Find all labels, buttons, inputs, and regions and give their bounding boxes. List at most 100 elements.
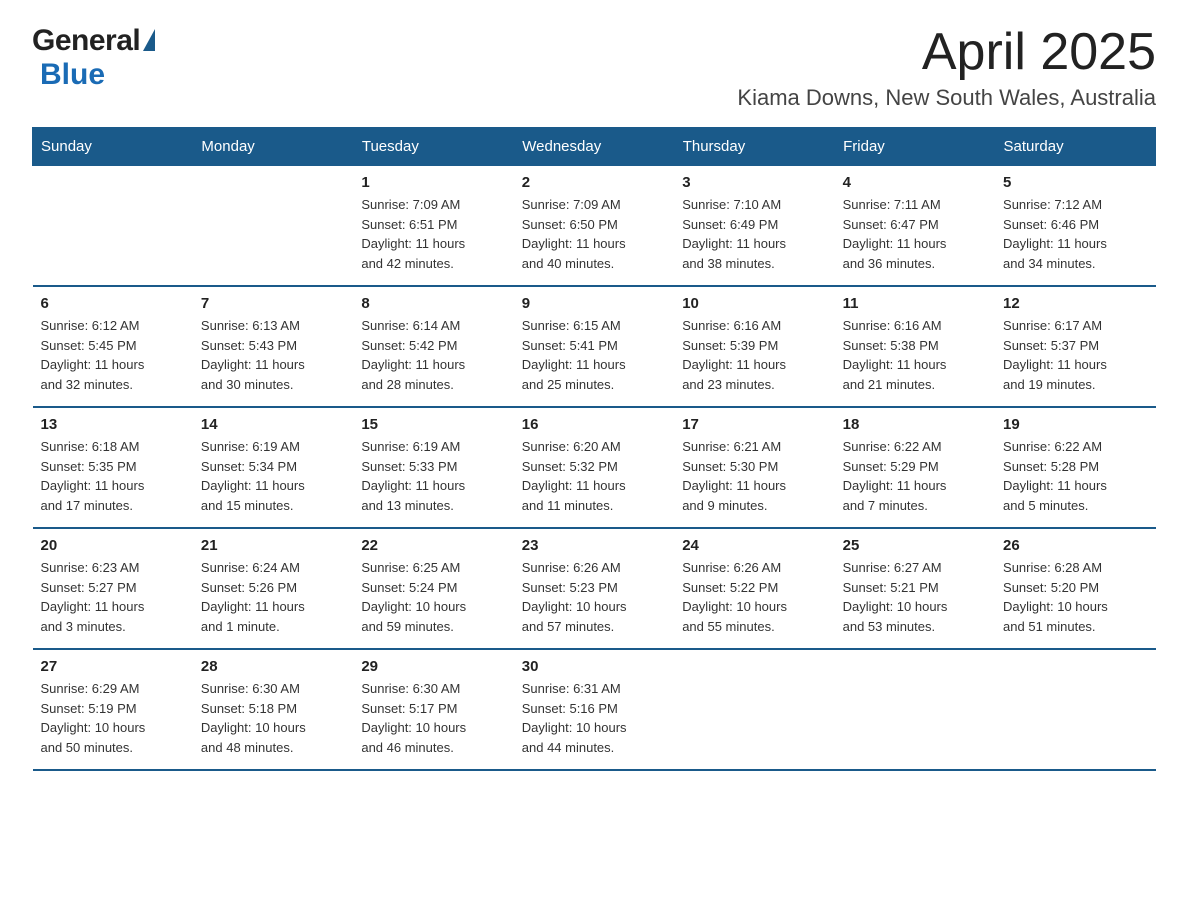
calendar-cell	[33, 166, 193, 287]
day-number: 16	[522, 416, 666, 433]
calendar-cell: 7Sunrise: 6:13 AM Sunset: 5:43 PM Daylig…	[193, 286, 353, 407]
logo: General Blue	[32, 24, 155, 92]
logo-blue-text: Blue	[40, 58, 105, 92]
day-info: Sunrise: 6:16 AM Sunset: 5:39 PM Dayligh…	[682, 316, 826, 394]
day-info: Sunrise: 6:22 AM Sunset: 5:29 PM Dayligh…	[843, 437, 987, 515]
calendar-cell: 17 Sunrise: 6:21 AM Sunset: 5:30 PM Dayli…	[674, 407, 834, 528]
day-number: 8	[361, 295, 505, 312]
calendar-cell: 11 Sunrise: 6:16 AM Sunset: 5:38 PM Dayli…	[835, 286, 995, 407]
day-info: Sunrise: 6:21 AM Sunset: 5:30 PM Dayligh…	[682, 437, 826, 515]
day-number: 11	[843, 295, 987, 312]
calendar-cell: 10 Sunrise: 6:16 AM Sunset: 5:39 PM Dayli…	[674, 286, 834, 407]
calendar-table: SundayMondayTuesdayWednesdayThursdayFrid…	[32, 127, 1156, 771]
day-number: 2	[522, 174, 666, 191]
day-info: Sunrise: 6:15 AM Sunset: 5:41 PM Dayligh…	[522, 316, 666, 394]
calendar-week-row: 6 Sunrise: 6:12 AM Sunset: 5:45 PM Daylig…	[33, 286, 1156, 407]
day-number: 29	[361, 658, 505, 675]
calendar-cell: 20Sunrise: 6:23 AM Sunset: 5:27 PM Dayli…	[33, 528, 193, 649]
calendar-cell: 22Sunrise: 6:25 AM Sunset: 5:24 PM Dayli…	[353, 528, 513, 649]
day-number: 17	[682, 416, 826, 433]
day-number: 1	[361, 174, 505, 191]
day-info: Sunrise: 6:20 AM Sunset: 5:32 PM Dayligh…	[522, 437, 666, 515]
calendar-cell: 13Sunrise: 6:18 AM Sunset: 5:35 PM Dayli…	[33, 407, 193, 528]
day-info: Sunrise: 7:11 AM Sunset: 6:47 PM Dayligh…	[843, 195, 987, 273]
calendar-cell	[674, 649, 834, 770]
day-number: 18	[843, 416, 987, 433]
calendar-header-row: SundayMondayTuesdayWednesdayThursdayFrid…	[33, 128, 1156, 166]
day-info: Sunrise: 6:24 AM Sunset: 5:26 PM Dayligh…	[201, 558, 345, 636]
day-info: Sunrise: 6:17 AM Sunset: 5:37 PM Dayligh…	[1003, 316, 1147, 394]
calendar-cell: 4 Sunrise: 7:11 AM Sunset: 6:47 PM Daylig…	[835, 166, 995, 287]
weekday-header: Sunday	[33, 128, 193, 166]
day-info: Sunrise: 6:22 AM Sunset: 5:28 PM Dayligh…	[1003, 437, 1147, 515]
day-number: 15	[361, 416, 505, 433]
calendar-cell: 30 Sunrise: 6:31 AM Sunset: 5:16 PM Dayli…	[514, 649, 674, 770]
calendar-cell: 28Sunrise: 6:30 AM Sunset: 5:18 PM Dayli…	[193, 649, 353, 770]
day-number: 5	[1003, 174, 1147, 191]
day-number: 24	[682, 537, 826, 554]
weekday-header: Monday	[193, 128, 353, 166]
calendar-cell: 9 Sunrise: 6:15 AM Sunset: 5:41 PM Daylig…	[514, 286, 674, 407]
weekday-header: Thursday	[674, 128, 834, 166]
logo-general-text: General	[32, 24, 140, 58]
day-info: Sunrise: 6:30 AM Sunset: 5:17 PM Dayligh…	[361, 679, 505, 757]
day-info: Sunrise: 6:29 AM Sunset: 5:19 PM Dayligh…	[41, 679, 185, 757]
location-title: Kiama Downs, New South Wales, Australia	[737, 85, 1156, 111]
day-info: Sunrise: 6:14 AM Sunset: 5:42 PM Dayligh…	[361, 316, 505, 394]
day-number: 7	[201, 295, 345, 312]
day-number: 14	[201, 416, 345, 433]
day-info: Sunrise: 6:19 AM Sunset: 5:33 PM Dayligh…	[361, 437, 505, 515]
weekday-header: Saturday	[995, 128, 1155, 166]
calendar-week-row: 1 Sunrise: 7:09 AM Sunset: 6:51 PM Daylig…	[33, 166, 1156, 287]
day-number: 26	[1003, 537, 1147, 554]
calendar-cell: 6 Sunrise: 6:12 AM Sunset: 5:45 PM Daylig…	[33, 286, 193, 407]
day-number: 23	[522, 537, 666, 554]
calendar-cell: 3 Sunrise: 7:10 AM Sunset: 6:49 PM Daylig…	[674, 166, 834, 287]
calendar-cell: 26 Sunrise: 6:28 AM Sunset: 5:20 PM Dayli…	[995, 528, 1155, 649]
calendar-cell: 2Sunrise: 7:09 AM Sunset: 6:50 PM Daylig…	[514, 166, 674, 287]
calendar-cell: 14 Sunrise: 6:19 AM Sunset: 5:34 PM Dayli…	[193, 407, 353, 528]
calendar-cell: 12 Sunrise: 6:17 AM Sunset: 5:37 PM Dayli…	[995, 286, 1155, 407]
calendar-cell	[995, 649, 1155, 770]
calendar-cell: 27 Sunrise: 6:29 AM Sunset: 5:19 PM Dayli…	[33, 649, 193, 770]
day-info: Sunrise: 7:09 AM Sunset: 6:51 PM Dayligh…	[361, 195, 505, 273]
calendar-cell: 29 Sunrise: 6:30 AM Sunset: 5:17 PM Dayli…	[353, 649, 513, 770]
day-info: Sunrise: 6:28 AM Sunset: 5:20 PM Dayligh…	[1003, 558, 1147, 636]
day-info: Sunrise: 7:10 AM Sunset: 6:49 PM Dayligh…	[682, 195, 826, 273]
day-number: 21	[201, 537, 345, 554]
calendar-cell: 19 Sunrise: 6:22 AM Sunset: 5:28 PM Dayli…	[995, 407, 1155, 528]
calendar-cell: 1 Sunrise: 7:09 AM Sunset: 6:51 PM Daylig…	[353, 166, 513, 287]
day-info: Sunrise: 6:31 AM Sunset: 5:16 PM Dayligh…	[522, 679, 666, 757]
day-number: 4	[843, 174, 987, 191]
calendar-cell: 18 Sunrise: 6:22 AM Sunset: 5:29 PM Dayli…	[835, 407, 995, 528]
calendar-cell: 8 Sunrise: 6:14 AM Sunset: 5:42 PM Daylig…	[353, 286, 513, 407]
title-block: April 2025 Kiama Downs, New South Wales,…	[737, 24, 1156, 111]
calendar-week-row: 20Sunrise: 6:23 AM Sunset: 5:27 PM Dayli…	[33, 528, 1156, 649]
day-number: 25	[843, 537, 987, 554]
day-info: Sunrise: 6:30 AM Sunset: 5:18 PM Dayligh…	[201, 679, 345, 757]
calendar-cell: 16 Sunrise: 6:20 AM Sunset: 5:32 PM Dayli…	[514, 407, 674, 528]
day-info: Sunrise: 6:26 AM Sunset: 5:22 PM Dayligh…	[682, 558, 826, 636]
day-number: 3	[682, 174, 826, 191]
calendar-cell: 23Sunrise: 6:26 AM Sunset: 5:23 PM Dayli…	[514, 528, 674, 649]
day-info: Sunrise: 6:25 AM Sunset: 5:24 PM Dayligh…	[361, 558, 505, 636]
calendar-week-row: 27 Sunrise: 6:29 AM Sunset: 5:19 PM Dayli…	[33, 649, 1156, 770]
day-number: 10	[682, 295, 826, 312]
calendar-cell: 15 Sunrise: 6:19 AM Sunset: 5:33 PM Dayli…	[353, 407, 513, 528]
calendar-cell: 24 Sunrise: 6:26 AM Sunset: 5:22 PM Dayli…	[674, 528, 834, 649]
day-number: 12	[1003, 295, 1147, 312]
day-number: 19	[1003, 416, 1147, 433]
calendar-cell: 5Sunrise: 7:12 AM Sunset: 6:46 PM Daylig…	[995, 166, 1155, 287]
calendar-cell	[193, 166, 353, 287]
day-number: 9	[522, 295, 666, 312]
day-info: Sunrise: 6:16 AM Sunset: 5:38 PM Dayligh…	[843, 316, 987, 394]
day-number: 13	[41, 416, 185, 433]
logo-triangle-icon	[143, 29, 155, 51]
day-number: 6	[41, 295, 185, 312]
day-number: 27	[41, 658, 185, 675]
day-info: Sunrise: 6:12 AM Sunset: 5:45 PM Dayligh…	[41, 316, 185, 394]
month-title: April 2025	[737, 24, 1156, 81]
day-number: 30	[522, 658, 666, 675]
day-info: Sunrise: 6:19 AM Sunset: 5:34 PM Dayligh…	[201, 437, 345, 515]
day-number: 20	[41, 537, 185, 554]
